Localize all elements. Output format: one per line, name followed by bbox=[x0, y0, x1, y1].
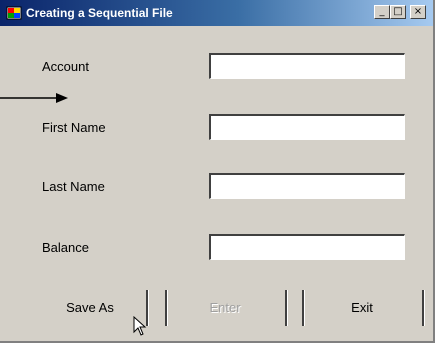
account-input[interactable] bbox=[209, 53, 405, 79]
minimize-button[interactable]: _ bbox=[374, 5, 390, 19]
maximize-button[interactable]: □ bbox=[390, 5, 406, 19]
first-name-input[interactable] bbox=[209, 114, 405, 140]
balance-label: Balance bbox=[42, 240, 89, 255]
account-label: Account bbox=[42, 59, 89, 74]
save-as-button[interactable]: Save As bbox=[40, 293, 140, 323]
title-bar[interactable]: Creating a Sequential File _ □ × bbox=[0, 0, 433, 26]
balance-input[interactable] bbox=[209, 234, 405, 260]
exit-button[interactable]: Exit bbox=[312, 293, 412, 323]
mouse-cursor-icon bbox=[133, 316, 147, 336]
last-name-label: Last Name bbox=[42, 179, 105, 194]
close-button[interactable]: × bbox=[410, 5, 426, 19]
arrow-right-icon bbox=[0, 93, 68, 103]
last-name-input[interactable] bbox=[209, 173, 405, 199]
window-title: Creating a Sequential File bbox=[26, 6, 173, 20]
enter-button[interactable]: Enter bbox=[175, 293, 275, 323]
app-window: Creating a Sequential File _ □ × Account… bbox=[0, 0, 435, 343]
separator bbox=[165, 290, 168, 326]
separator bbox=[285, 290, 288, 326]
separator bbox=[422, 290, 425, 326]
separator bbox=[302, 290, 305, 326]
app-icon bbox=[6, 6, 22, 20]
first-name-label: First Name bbox=[42, 120, 106, 135]
